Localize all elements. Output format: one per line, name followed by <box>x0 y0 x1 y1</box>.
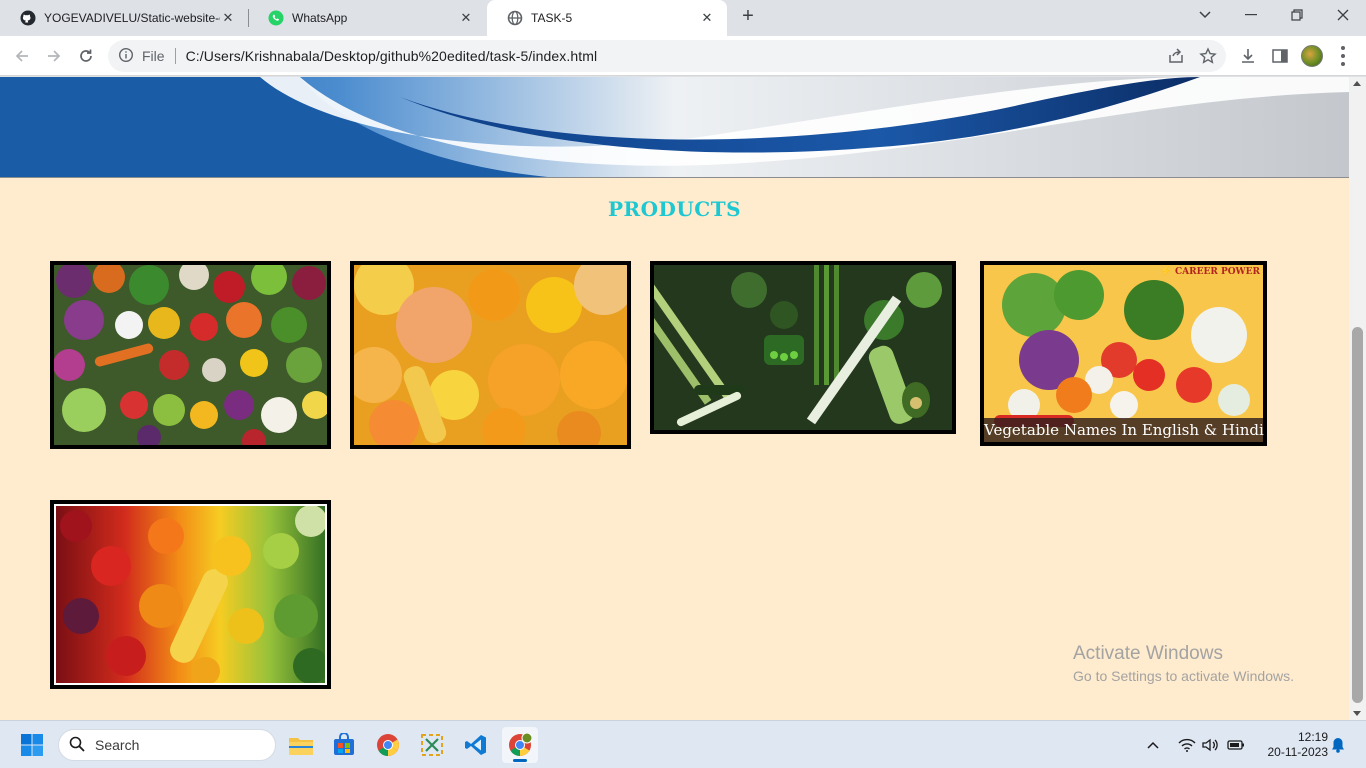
scheme-label: File <box>142 48 165 64</box>
globe-icon <box>507 10 523 26</box>
download-icon[interactable] <box>1238 46 1258 66</box>
close-icon[interactable]: ✕ <box>458 10 474 26</box>
product-card-orange-produce[interactable] <box>350 261 631 449</box>
side-panel-icon[interactable] <box>1270 46 1290 66</box>
product-card-rainbow-produce[interactable] <box>50 500 331 689</box>
minimize-icon[interactable] <box>1228 0 1274 30</box>
brand-watermark: ⚡ CAREER POWER <box>1160 267 1260 277</box>
product-card-green-vegetables[interactable] <box>650 261 956 434</box>
close-icon[interactable]: ✕ <box>699 10 715 26</box>
new-tab-button[interactable]: + <box>737 6 759 28</box>
close-window-icon[interactable] <box>1320 0 1366 30</box>
forward-icon[interactable] <box>42 44 66 68</box>
omnibox-divider <box>174 48 176 64</box>
clock-time: 12:19 <box>1297 730 1328 744</box>
product-caption: Vegetable Names In English & Hindi <box>984 418 1264 442</box>
battery-icon[interactable] <box>1227 721 1245 768</box>
file-explorer-icon[interactable] <box>283 727 319 763</box>
page-viewport: PRODUCTS ⚡ CAREER POWER Vegetable Names … <box>0 77 1349 720</box>
clock-date: 20-11-2023 <box>1267 745 1329 759</box>
reload-icon[interactable] <box>74 44 98 68</box>
chrome-active-icon[interactable] <box>502 727 538 763</box>
orange-produce-image <box>354 265 627 445</box>
close-icon[interactable]: ✕ <box>220 10 236 26</box>
menu-icon[interactable] <box>1340 46 1346 66</box>
volume-icon[interactable] <box>1202 721 1220 768</box>
notification-bell-icon[interactable] <box>1331 721 1345 768</box>
tab-whatsapp[interactable]: WhatsApp ✕ <box>248 0 486 36</box>
tab-search-chevron-icon[interactable] <box>1182 0 1228 30</box>
wifi-icon[interactable] <box>1178 721 1196 768</box>
back-icon[interactable] <box>10 44 34 68</box>
taskbar-search-box[interactable]: Search <box>58 729 276 761</box>
address-bar[interactable]: File C:/Users/Krishnabala/Desktop/github… <box>108 40 1226 72</box>
profile-avatar[interactable] <box>1301 45 1323 67</box>
header-banner-image <box>0 77 1349 178</box>
vertical-scrollbar[interactable] <box>1349 77 1366 720</box>
microsoft-store-icon[interactable] <box>326 727 362 763</box>
scroll-down-icon[interactable] <box>1353 711 1361 716</box>
search-icon <box>69 736 85 755</box>
taskbar-clock[interactable]: 12:19 20-11-2023 <box>1252 730 1329 760</box>
tab-title: TASK-5 <box>531 11 573 25</box>
info-icon[interactable] <box>118 47 134 66</box>
search-placeholder: Search <box>95 737 140 753</box>
whatsapp-icon <box>268 10 284 26</box>
tab-github[interactable]: YOGEVADIVELU/Static-website-c ✕ <box>0 0 248 36</box>
activate-windows-watermark: Activate Windows Go to Settings to activ… <box>1073 643 1294 686</box>
windows-start-icon[interactable] <box>14 727 50 763</box>
mixed-vegetables-image <box>54 265 327 445</box>
tab-task-5[interactable]: TASK-5 ✕ <box>487 0 727 36</box>
scroll-up-icon[interactable] <box>1353 81 1361 86</box>
bookmark-star-icon[interactable] <box>1198 46 1218 66</box>
vegetable-names-image <box>984 265 1263 442</box>
watermark-line-2: Go to Settings to activate Windows. <box>1073 668 1294 684</box>
windows-taskbar: Search 12:19 20-11-2023 <box>0 720 1366 768</box>
share-icon[interactable] <box>1166 46 1186 66</box>
watermark-line-1: Activate Windows <box>1073 643 1223 664</box>
scrollbar-thumb[interactable] <box>1352 327 1363 703</box>
product-card-vegetable-names[interactable]: ⚡ CAREER POWER Vegetable Names In Englis… <box>980 261 1267 446</box>
browser-toolbar: File C:/Users/Krishnabala/Desktop/github… <box>0 36 1366 76</box>
rainbow-produce-image <box>54 504 327 685</box>
tab-strip: YOGEVADIVELU/Static-website-c ✕ WhatsApp… <box>0 0 1366 36</box>
tab-title: YOGEVADIVELU/Static-website-c <box>44 11 220 25</box>
snipping-tool-icon[interactable] <box>414 727 450 763</box>
chrome-icon[interactable] <box>370 727 406 763</box>
vscode-icon[interactable] <box>458 727 494 763</box>
github-icon <box>20 10 36 26</box>
product-card-mixed-vegetables[interactable] <box>50 261 331 449</box>
green-vegetables-image <box>654 265 952 430</box>
tray-overflow-chevron-icon[interactable] <box>1146 721 1160 768</box>
products-title: PRODUCTS <box>607 197 742 221</box>
url-text[interactable]: C:/Users/Krishnabala/Desktop/github%20ed… <box>186 48 598 64</box>
tab-title: WhatsApp <box>292 11 348 25</box>
restore-icon[interactable] <box>1274 0 1320 30</box>
